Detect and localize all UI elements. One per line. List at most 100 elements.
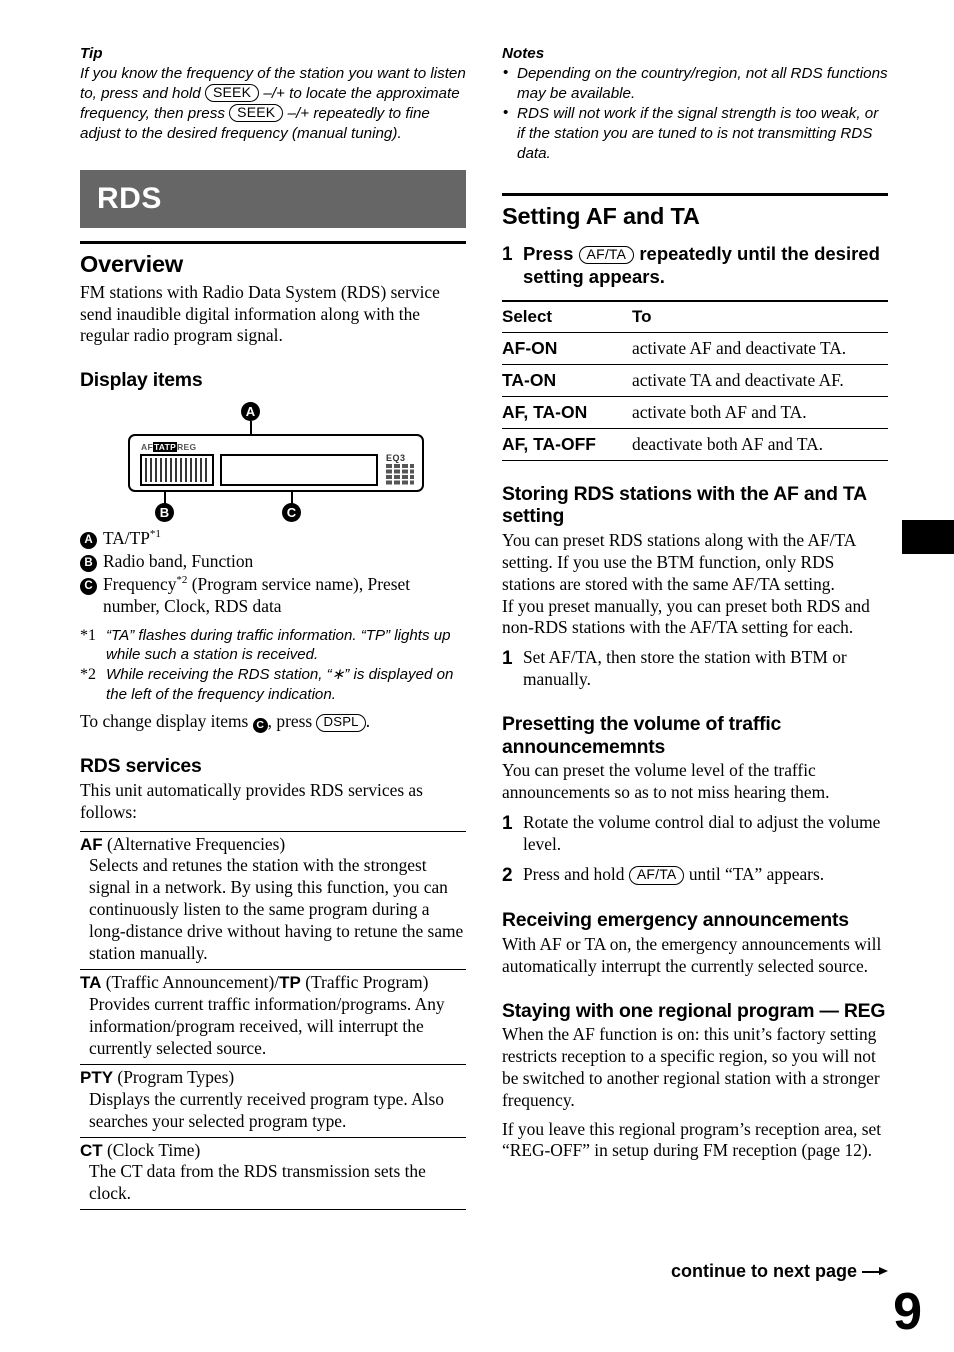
presetting-volume-step-2: 2 Press and hold AF/TA until “TA” appear…: [502, 864, 888, 887]
callout-a: A: [241, 402, 260, 422]
segment-dots: [145, 458, 209, 483]
change-items-text-2: , press: [267, 711, 313, 732]
service-abbr-pty: PTY: [80, 1067, 114, 1087]
segment-display-area: [140, 454, 214, 487]
ta-tp-highlight: TATP: [152, 442, 178, 453]
tip-body: If you know the frequency of the station…: [80, 64, 466, 144]
callout-c: C: [282, 503, 301, 523]
legend-text-c: Frequency*2 (Program service name), Pres…: [103, 573, 411, 616]
step-number: 1: [502, 648, 513, 670]
note-item-1: Depending on the country/region, not all…: [502, 63, 888, 104]
af-ta-button-1[interactable]: AF/TA: [578, 245, 635, 265]
step-number: 1: [502, 243, 513, 265]
note-item-2: RDS will not work if the signal strength…: [502, 103, 888, 164]
thumb-index-tab: [902, 520, 954, 554]
storing-rds-heading: Storing RDS stations with the AF and TA …: [502, 482, 867, 528]
cell-to-af-ta-on: activate both AF and TA.: [632, 396, 888, 429]
change-items-text-1: To change display items: [80, 711, 249, 732]
table-header-to: To: [632, 299, 888, 333]
display-panel: AFTATPREG EQ3: [128, 434, 424, 493]
service-def-af: Selects and retunes the station with the…: [89, 855, 464, 964]
storing-rds-para-1: You can preset RDS stations along with t…: [502, 529, 856, 594]
callout-b: B: [155, 503, 174, 523]
change-display-items-line: To change display items C, press DSPL.: [80, 711, 466, 734]
step-body: Press AF/TA repeatedly until the desired…: [523, 242, 880, 287]
cell-select-af-ta-on: AF, TA-ON: [502, 396, 632, 429]
service-abbr-af: AF: [80, 834, 103, 854]
overview-body: FM stations with Radio Data System (RDS)…: [80, 281, 440, 346]
service-item-af: AF (Alternative Frequencies) Selects and…: [80, 830, 466, 970]
legend-mark-a: A: [80, 532, 97, 550]
text-display-area: [220, 454, 378, 487]
storing-rds-step-1: 1 Set AF/TA, then store the station with…: [502, 647, 888, 691]
right-column: Notes Depending on the country/region, n…: [502, 44, 888, 1162]
service-item-pty: PTY (Program Types) Displays the current…: [80, 1063, 466, 1137]
service-def-pty: Displays the currently received program …: [89, 1088, 444, 1131]
af-ta-button-2[interactable]: AF/TA: [628, 865, 685, 885]
service-term-af: AF (Alternative Frequencies): [80, 833, 286, 854]
notes-block: Notes Depending on the country/region, n…: [502, 44, 888, 163]
continue-label: continue to next page: [670, 1261, 857, 1281]
storing-rds-para-2: If you preset manually, you can preset b…: [502, 595, 870, 638]
step-number: 1: [502, 813, 513, 835]
presetting-volume-heading: Presetting the volume of traffic announc…: [502, 713, 782, 758]
service-item-ta-tp: TA (Traffic Announcement)/TP (Traffic Pr…: [80, 969, 466, 1064]
seek-button-1[interactable]: SEEK: [204, 83, 260, 103]
legend-mark-b: B: [80, 554, 97, 572]
cell-select-af-ta-off: AF, TA-OFF: [502, 428, 632, 461]
display-diagram: A AFTATPREG EQ3 B C: [80, 402, 466, 524]
table-header-row: Select To: [502, 299, 888, 333]
regional-heading: Staying with one regional program — REG: [502, 999, 886, 1022]
cell-to-ta-on: activate TA and deactivate AF.: [632, 364, 888, 397]
table-row: AF, TA-ON activate both AF and TA.: [502, 396, 888, 429]
overview-heading: Overview: [80, 250, 183, 277]
manual-page: Tip If you know the frequency of the sta…: [0, 0, 954, 1352]
table-row: TA-ON activate TA and deactivate AF.: [502, 364, 888, 397]
cell-select-af-on: AF-ON: [502, 332, 632, 365]
emergency-body: With AF or TA on, the emergency announce…: [502, 933, 882, 976]
change-items-text-3: .: [365, 711, 371, 732]
dspl-button[interactable]: DSPL: [316, 714, 366, 732]
service-def-ct: The CT data from the RDS transmission se…: [89, 1161, 426, 1204]
section-banner-rds: RDS: [80, 169, 466, 228]
eq-label: EQ3: [386, 453, 406, 464]
service-abbr-ct: CT: [80, 1140, 103, 1160]
service-abbr-tp: TP: [279, 973, 301, 993]
footnote-2: *2 While receiving the RDS station, “∗” …: [80, 665, 466, 704]
notes-list: Depending on the country/region, not all…: [502, 63, 888, 164]
seek-button-2[interactable]: SEEK: [229, 103, 284, 123]
table-row: AF-ON activate AF and deactivate TA.: [502, 332, 888, 365]
legend-mark-c: C: [80, 577, 97, 595]
step-number: 2: [502, 864, 513, 886]
table-header-select: Select: [502, 299, 632, 333]
cell-select-ta-on: TA-ON: [502, 364, 632, 397]
presetting-volume-body: You can preset the volume level of the t…: [502, 760, 830, 803]
emergency-heading: Receiving emergency announcements: [502, 909, 849, 932]
regional-para-2: If you leave this regional program’s rec…: [502, 1118, 882, 1161]
service-term-pty: PTY (Program Types): [80, 1066, 235, 1087]
step-body: Set AF/TA, then store the station with B…: [523, 647, 847, 690]
tip-block: Tip If you know the frequency of the sta…: [80, 44, 466, 144]
setting-af-ta-step-1: 1 Press AF/TA repeatedly until the desir…: [502, 243, 888, 289]
tip-heading: Tip: [80, 45, 103, 62]
service-def-ta-tp: Provides current traffic information/pro…: [89, 993, 445, 1058]
step-body: Rotate the volume control dial to adjust…: [523, 812, 881, 855]
inline-callout-c: C: [252, 718, 268, 734]
legend-item-c: C Frequency*2 (Program service name), Pr…: [80, 574, 466, 618]
step-body: Press and hold AF/TA until “TA” appears.: [523, 863, 825, 885]
presetting-volume-step-1: 1 Rotate the volume control dial to adju…: [502, 812, 888, 856]
service-term-ta-tp: TA (Traffic Announcement)/TP (Traffic Pr…: [80, 972, 429, 993]
display-items-heading: Display items: [80, 369, 203, 392]
legend-c-footnote-ref: *2: [176, 574, 188, 587]
rds-services-intro: This unit automatically provides RDS ser…: [80, 779, 423, 822]
diagram-legend: A TA/TP*1 B Radio band, Function C Frequ…: [80, 528, 466, 618]
footnotes: *1 “TA” flashes during traffic informati…: [80, 626, 466, 704]
legend-text-a: TA/TP*1: [103, 528, 161, 549]
left-column: Tip If you know the frequency of the sta…: [80, 44, 466, 1211]
footnote-1-key: *1: [80, 626, 96, 644]
cell-to-af-ta-off: deactivate both AF and TA.: [632, 428, 888, 461]
notes-heading: Notes: [502, 45, 545, 62]
rds-services-heading: RDS services: [80, 755, 202, 778]
legend-text-b: Radio band, Function: [103, 550, 254, 571]
legend-a-footnote-ref: *1: [149, 528, 161, 541]
